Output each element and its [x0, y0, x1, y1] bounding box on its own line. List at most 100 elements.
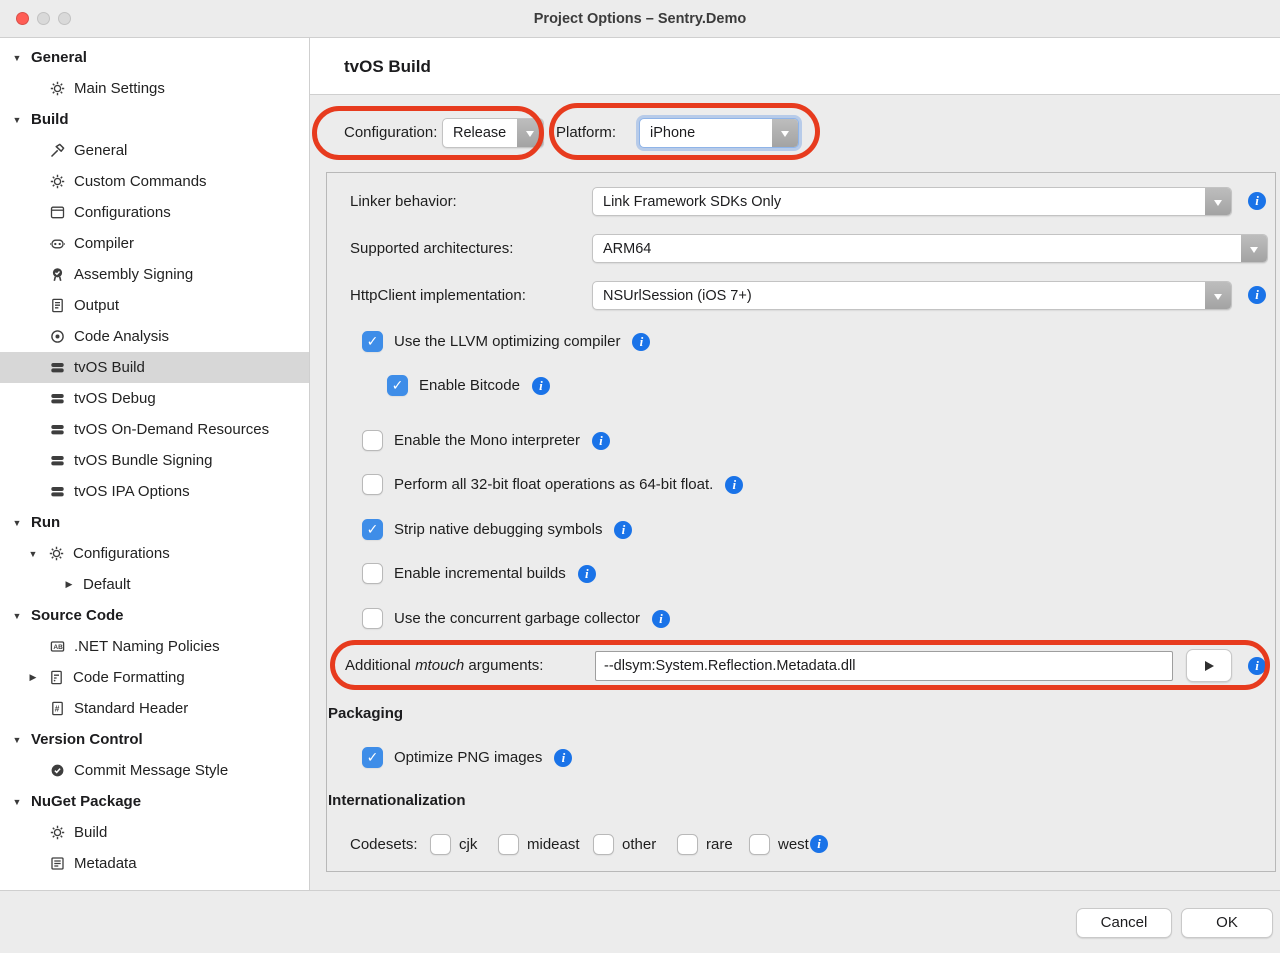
- use-the-llvm-optimizing-compiler-checkbox[interactable]: ✓: [362, 331, 383, 352]
- disclosure-open-icon[interactable]: ▼: [10, 115, 24, 125]
- configuration-value: Release: [443, 119, 517, 147]
- sidebar-item-net-naming-policies[interactable]: AB.NET Naming Policies: [0, 631, 309, 662]
- disclosure-open-icon[interactable]: ▼: [10, 797, 24, 807]
- disclosure-open-icon[interactable]: ▼: [10, 611, 24, 621]
- sidebar-item-main-settings[interactable]: Main Settings: [0, 73, 309, 104]
- sidebar-item-metadata[interactable]: Metadata: [0, 848, 309, 879]
- sidebar-item-tvos-build[interactable]: tvOS Build: [0, 352, 309, 383]
- doc-hash-icon: #: [48, 700, 66, 718]
- sidebar-item-compiler[interactable]: Compiler: [0, 228, 309, 259]
- codeset-rare-checkbox[interactable]: [677, 834, 698, 855]
- cancel-button[interactable]: Cancel: [1076, 908, 1172, 938]
- info-icon[interactable]: i: [810, 835, 828, 853]
- sidebar-item-configurations[interactable]: Configurations: [0, 197, 309, 228]
- disclosure-open-icon[interactable]: ▼: [10, 518, 24, 528]
- sidebar-item-label: Code Analysis: [74, 328, 169, 345]
- mtouch-arguments-label: Additional mtouch arguments:: [345, 651, 543, 681]
- doc-lines-box-icon: [48, 855, 66, 873]
- project-options-dialog: Project Options – Sentry.Demo ▼GeneralMa…: [0, 0, 1280, 953]
- disclosure-open-icon[interactable]: ▼: [10, 53, 24, 63]
- codeset-west-label: west: [778, 834, 809, 855]
- info-icon[interactable]: i: [1248, 286, 1266, 304]
- strip-native-debugging-symbols-checkbox[interactable]: ✓: [362, 519, 383, 540]
- use-the-concurrent-garbage-collector-checkbox[interactable]: [362, 608, 383, 629]
- info-icon[interactable]: i: [1248, 657, 1266, 675]
- sidebar-item-output[interactable]: Output: [0, 290, 309, 321]
- sidebar-item-custom-commands[interactable]: Custom Commands: [0, 166, 309, 197]
- linker-behavior-label: Linker behavior:: [350, 187, 457, 216]
- sidebar-item-label: General: [74, 142, 127, 159]
- httpclient-implementation-dropdown[interactable]: NSUrlSession (iOS 7+): [592, 281, 1232, 310]
- info-icon[interactable]: i: [578, 565, 596, 583]
- codeset-mideast-checkbox[interactable]: [498, 834, 519, 855]
- enable-incremental-builds-checkbox[interactable]: [362, 563, 383, 584]
- sidebar-item-code-formatting[interactable]: ▶ Code Formatting: [0, 662, 309, 693]
- disclosure-open-icon[interactable]: ▼: [26, 549, 40, 559]
- chevron-down-icon: [1205, 188, 1231, 215]
- sidebar-item-build[interactable]: ▼Build: [0, 104, 309, 135]
- sidebar-item-version-control[interactable]: ▼Version Control: [0, 724, 309, 755]
- info-icon[interactable]: i: [614, 521, 632, 539]
- sidebar-item-commit-message-style[interactable]: Commit Message Style: [0, 755, 309, 786]
- info-icon[interactable]: i: [592, 432, 610, 450]
- chevron-down-icon: [1241, 235, 1267, 262]
- platform-dropdown[interactable]: iPhone: [639, 118, 799, 148]
- codesets-label: Codesets:: [350, 834, 418, 855]
- sidebar-item-build[interactable]: Build: [0, 817, 309, 848]
- info-icon[interactable]: i: [725, 476, 743, 494]
- gear-icon: [48, 80, 66, 98]
- info-icon[interactable]: i: [632, 333, 650, 351]
- disclosure-closed-icon[interactable]: ▶: [26, 672, 40, 683]
- info-icon[interactable]: i: [652, 610, 670, 628]
- codeset-other-checkbox[interactable]: [593, 834, 614, 855]
- supported-architectures-dropdown[interactable]: ARM64: [592, 234, 1268, 263]
- mtouch-arguments-input[interactable]: [595, 651, 1173, 681]
- info-icon[interactable]: i: [532, 377, 550, 395]
- sidebar-item-label: Configurations: [74, 204, 171, 221]
- sidebar-item-source-code[interactable]: ▼Source Code: [0, 600, 309, 631]
- enable-the-mono-interpreter-checkbox[interactable]: [362, 430, 383, 451]
- page-header: tvOS Build: [310, 38, 1280, 95]
- supported-architectures-value: ARM64: [593, 235, 1241, 262]
- sidebar-item-assembly-signing[interactable]: Assembly Signing: [0, 259, 309, 290]
- configuration-dropdown[interactable]: Release: [442, 118, 544, 148]
- sidebar-item-label: Metadata: [74, 855, 137, 872]
- codeset-mideast-label: mideast: [527, 834, 580, 855]
- sidebar-item-general[interactable]: ▼General: [0, 42, 309, 73]
- sidebar-item-label: Main Settings: [74, 80, 165, 97]
- hammer-icon: [48, 142, 66, 160]
- options-content: tvOS Build Configuration: Release Platfo…: [310, 38, 1280, 890]
- checkbox-label: Use the LLVM optimizing compiler: [394, 333, 620, 350]
- internationalization-heading: Internationalization: [328, 792, 466, 809]
- info-icon[interactable]: i: [1248, 192, 1266, 210]
- sidebar-item-label: Code Formatting: [73, 669, 185, 686]
- sidebar-item-general[interactable]: General: [0, 135, 309, 166]
- sidebar-item-tvos-debug[interactable]: tvOS Debug: [0, 383, 309, 414]
- sidebar-item-label: tvOS Build: [74, 359, 145, 376]
- sidebar-item-tvos-ipa-options[interactable]: tvOS IPA Options: [0, 476, 309, 507]
- sidebar-item-tvos-on-demand-resources[interactable]: tvOS On-Demand Resources: [0, 414, 309, 445]
- mtouch-options-button[interactable]: [1186, 649, 1232, 682]
- sidebar-item-label: Standard Header: [74, 700, 188, 717]
- enable-bitcode-checkbox[interactable]: ✓: [387, 375, 408, 396]
- sidebar-item-label: Compiler: [74, 235, 134, 252]
- sidebar-item-configurations[interactable]: ▼Configurations: [0, 538, 309, 569]
- optimize-png-checkbox[interactable]: ✓: [362, 747, 383, 768]
- sidebar-item-tvos-bundle-signing[interactable]: tvOS Bundle Signing: [0, 445, 309, 476]
- disclosure-closed-icon[interactable]: ▶: [62, 579, 76, 590]
- sidebar-item-standard-header[interactable]: # Standard Header: [0, 693, 309, 724]
- sidebar-item-nuget-package[interactable]: ▼NuGet Package: [0, 786, 309, 817]
- sidebar-item-default[interactable]: ▶Default: [0, 569, 309, 600]
- codeset-cjk-checkbox[interactable]: [430, 834, 451, 855]
- disclosure-open-icon[interactable]: ▼: [10, 735, 24, 745]
- linker-behavior-dropdown[interactable]: Link Framework SDKs Only: [592, 187, 1232, 216]
- ok-button[interactable]: OK: [1181, 908, 1273, 938]
- info-icon[interactable]: i: [554, 749, 572, 767]
- sidebar-item-label: Run: [31, 514, 60, 531]
- linker-behavior-value: Link Framework SDKs Only: [593, 188, 1205, 215]
- codeset-west-checkbox[interactable]: [749, 834, 770, 855]
- perform-all-32-bit-float-operations-as-64-bit-float-row: Perform all 32-bit float operations as 6…: [362, 474, 743, 495]
- sidebar-item-code-analysis[interactable]: Code Analysis: [0, 321, 309, 352]
- perform-all-32-bit-float-operations-as-64-bit-float-checkbox[interactable]: [362, 474, 383, 495]
- sidebar-item-run[interactable]: ▼ Run: [0, 507, 309, 538]
